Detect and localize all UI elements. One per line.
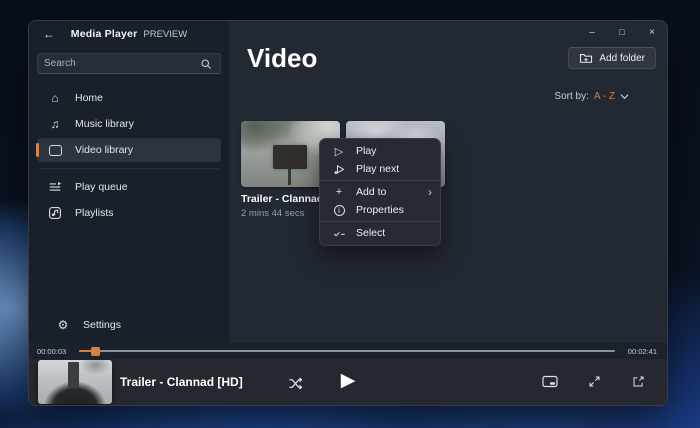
search-input[interactable] [44,58,198,69]
home-icon: ⌂ [47,90,63,106]
title-bar: ← Media Player PREVIEW [29,21,229,47]
media-player-window: ← Media Player PREVIEW ⌂ Home [28,20,668,406]
sidebar-item-play-queue[interactable]: Play queue [37,175,221,199]
search-icon[interactable] [198,56,214,72]
play-icon: ▶ [341,369,356,392]
chevron-down-icon [620,93,629,100]
sidebar-item-video-library[interactable]: Video library [37,138,221,162]
menu-item-add-to[interactable]: + Add to › [320,183,440,201]
menu-item-label: Add to [356,186,418,198]
sidebar-item-settings[interactable]: ⚙ Settings [45,313,213,337]
playlists-icon [47,205,63,221]
sort-value: A - Z [594,91,615,102]
sidebar-item-label: Playlists [75,207,114,219]
sort-label: Sort by: [554,91,588,102]
thumbnail-art-detail [273,145,307,169]
menu-item-label: Select [356,227,432,239]
minimize-button[interactable]: – [577,21,607,43]
sidebar-item-home[interactable]: ⌂ Home [37,86,221,110]
now-playing-title: Trailer - Clannad [HD] [120,375,243,389]
pop-out-icon [632,375,645,388]
gear-icon: ⚙ [55,317,71,333]
menu-separator [320,221,440,222]
plus-icon: + [332,185,346,199]
menu-item-properties[interactable]: i Properties [320,201,440,219]
maximize-icon: □ [619,27,624,37]
add-folder-label: Add folder [599,53,645,64]
video-library-icon [47,142,63,158]
page-title: Video [247,43,317,74]
add-folder-icon [579,52,593,64]
shuffle-icon [288,377,303,390]
sidebar-item-label: Home [75,92,103,104]
sidebar-item-label: Play queue [75,181,128,193]
play-queue-icon [47,179,63,195]
sidebar-divider [39,168,219,169]
pop-out-button[interactable] [629,372,647,390]
sidebar-item-label: Video library [75,144,133,156]
menu-separator [320,180,440,181]
window-controls: – □ × [577,21,667,43]
sidebar-nav: ⌂ Home ♫ Music library Video library [29,84,229,227]
multi-select-icon [332,226,346,240]
fullscreen-icon [588,375,601,388]
sort-control[interactable]: Sort by: A - Z [554,91,629,102]
maximize-button[interactable]: □ [607,21,637,43]
sidebar-item-playlists[interactable]: Playlists [37,201,221,225]
sidebar-item-label: Settings [83,319,121,331]
music-note-icon: ♫ [47,116,63,132]
info-icon: i [332,203,346,217]
total-time: 00:02:41 [623,347,657,356]
menu-item-play[interactable]: ▷ Play [320,142,440,160]
menu-item-label: Properties [356,204,432,216]
sidebar-item-music-library[interactable]: ♫ Music library [37,112,221,136]
submenu-chevron-right-icon: › [428,187,432,197]
mini-player-button[interactable] [541,372,559,390]
app-preview-badge: PREVIEW [143,29,187,40]
play-outline-icon: ▷ [332,144,346,158]
close-button[interactable]: × [637,21,667,43]
sidebar-item-label: Music library [75,118,134,130]
player-bar: Trailer - Clannad [HD] ▶ [29,359,667,405]
fullscreen-button[interactable] [585,372,603,390]
play-next-icon [332,162,346,176]
seek-row: 00:00:03 00:02:41 [29,343,667,359]
sidebar: ← Media Player PREVIEW ⌂ Home [29,21,229,343]
now-playing-thumbnail[interactable] [38,360,112,404]
main-content: – □ × Video Add folder [229,21,667,343]
elapsed-time: 00:00:03 [37,347,71,356]
seek-thumb[interactable] [91,347,100,356]
play-button[interactable]: ▶ [337,369,359,391]
minimize-icon: – [589,27,595,38]
search-box[interactable] [37,53,221,74]
menu-item-play-next[interactable]: Play next [320,160,440,178]
add-folder-button[interactable]: Add folder [568,47,656,69]
app-title: Media Player [71,28,138,40]
menu-item-label: Play [356,145,432,157]
close-icon: × [649,27,655,38]
menu-item-label: Play next [356,163,432,175]
back-button[interactable]: ← [37,24,61,44]
player-right-controls [541,372,647,390]
menu-item-select[interactable]: Select [320,224,440,242]
back-icon: ← [43,27,55,41]
seek-bar[interactable] [79,350,615,352]
mini-player-icon [542,375,558,388]
shuffle-button[interactable] [284,372,306,394]
context-menu: ▷ Play Play next + Add to › [319,138,441,246]
